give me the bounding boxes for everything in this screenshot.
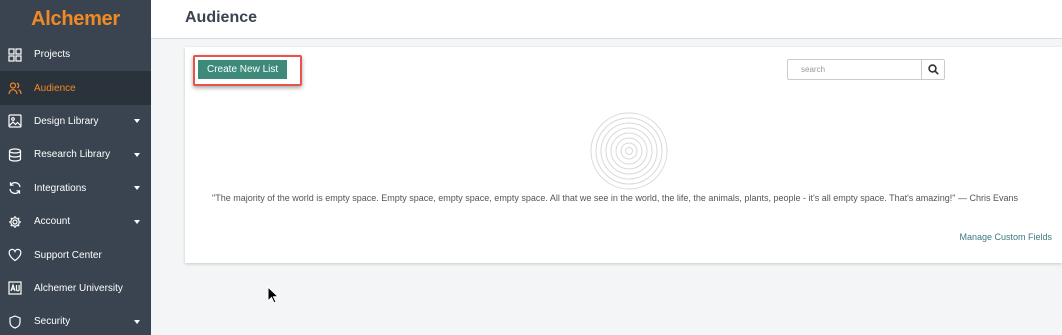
sidebar-item-label: Support Center — [34, 249, 102, 261]
create-new-list-button[interactable]: Create New List — [198, 60, 287, 79]
logo-text: Alchemer — [31, 7, 120, 30]
image-icon — [8, 114, 22, 129]
search-button[interactable] — [921, 60, 944, 79]
empty-state-quote: "The majority of the world is empty spac… — [212, 193, 1019, 203]
sidebar-item-label: Alchemer University — [34, 282, 123, 294]
grid-icon — [8, 48, 22, 62]
empty-space-illustration — [590, 112, 668, 190]
search-icon — [927, 64, 939, 75]
search-input[interactable] — [788, 60, 921, 79]
sidebar-item-label: Integrations — [34, 182, 87, 194]
database-icon — [8, 148, 22, 162]
heart-icon — [8, 248, 22, 262]
manage-custom-fields-link[interactable]: Manage Custom Fields — [959, 232, 1052, 242]
sidebar-item-label: Account — [34, 216, 71, 228]
page-header: Audience — [151, 0, 1062, 39]
sidebar-item-integrations[interactable]: Integrations — [0, 172, 151, 205]
sidebar-item-research-library[interactable]: Research Library — [0, 138, 151, 171]
sidebar-item-label: Security — [34, 316, 71, 328]
sidebar-item-label: Audience — [34, 82, 76, 94]
sidebar-item-support-center[interactable]: Support Center — [0, 238, 151, 271]
sidebar-item-audience[interactable]: Audience — [0, 71, 151, 105]
sidebar-item-design-library[interactable]: Design Library — [0, 105, 151, 138]
chevron-down-icon[interactable] — [134, 152, 140, 157]
sidebar-item-account[interactable]: Account — [0, 205, 151, 238]
sidebar-item-security[interactable]: Security — [0, 305, 151, 335]
refresh-icon — [8, 181, 22, 195]
sidebar: Alchemer Projects Audience Design Librar… — [0, 0, 151, 335]
sidebar-item-label: Research Library — [34, 149, 111, 161]
page-title: Audience — [185, 9, 258, 26]
chevron-down-icon[interactable] — [134, 186, 140, 191]
mouse-cursor-icon — [267, 286, 279, 304]
users-icon — [8, 81, 22, 95]
alchemer-logo[interactable]: Alchemer — [0, 0, 151, 38]
university-icon — [8, 281, 22, 296]
sidebar-item-label: Projects — [34, 49, 71, 61]
chevron-down-icon[interactable] — [134, 119, 140, 124]
sidebar-item-alchemer-university[interactable]: Alchemer University — [0, 272, 151, 305]
chevron-down-icon[interactable] — [134, 319, 140, 324]
search-box — [787, 59, 945, 80]
sidebar-item-label: Design Library — [34, 115, 99, 127]
shield-icon — [8, 315, 22, 329]
audience-panel: Create New List "The majority of the wor… — [185, 47, 1062, 263]
sidebar-item-projects[interactable]: Projects — [0, 38, 151, 71]
gear-icon — [8, 215, 22, 229]
create-button-end — [287, 60, 299, 79]
chevron-down-icon[interactable] — [134, 219, 140, 224]
